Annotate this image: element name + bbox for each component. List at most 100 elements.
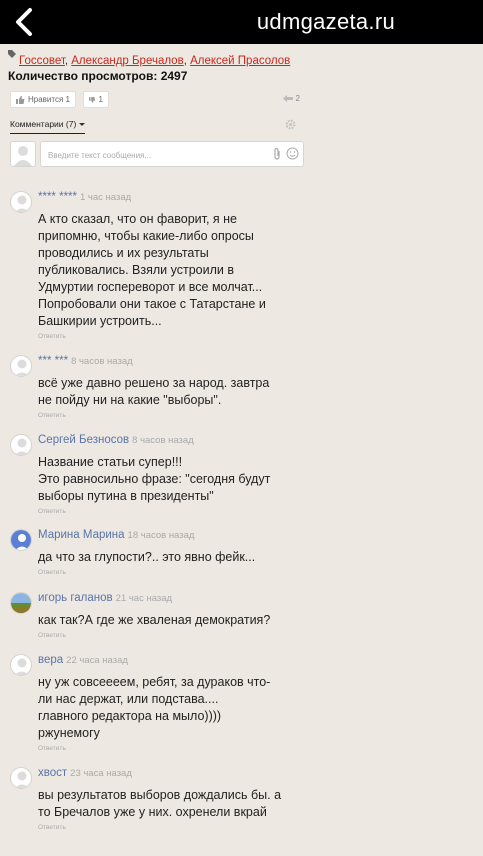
- comment-text: как так?А где же хваленая демократия?: [38, 612, 298, 629]
- comment-time: 22 часа назад: [66, 655, 128, 666]
- author-name[interactable]: Марина Марина: [38, 529, 125, 541]
- caret-down-icon: [78, 123, 85, 126]
- comment-author[interactable]: **** **** 1 час назад: [38, 191, 131, 203]
- user-placeholder-icon: [14, 658, 30, 675]
- tag-icon: [8, 50, 16, 58]
- comment-author[interactable]: Марина Марина 18 часов назад: [38, 529, 194, 541]
- comment-text-line: Попробовали они такое с Татарстане и: [38, 297, 266, 311]
- comment-text: да что за глупости?.. это явно фейк...: [38, 549, 298, 566]
- view-count-label: Количество просмотров:: [8, 69, 158, 83]
- comment-time: 18 часов назад: [127, 530, 195, 541]
- comment-time: 8 часов назад: [71, 356, 133, 367]
- share-count-value: 2: [295, 94, 300, 103]
- user-placeholder-icon: [14, 195, 30, 212]
- share-counter[interactable]: 2: [282, 94, 300, 103]
- avatar: [10, 141, 36, 167]
- comment-time: 21 час назад: [115, 593, 173, 604]
- comment-text-line: публиковались. Взяли устроили в: [38, 263, 234, 277]
- avatar[interactable]: [10, 767, 32, 789]
- user-placeholder-icon: [14, 146, 32, 166]
- avatar[interactable]: [10, 434, 32, 456]
- reply-link[interactable]: Ответить: [38, 508, 66, 515]
- comment-text-line: выборы путина в президенты": [38, 489, 214, 503]
- comment-text-line: вы результатов выборов дождались бы. а: [38, 788, 282, 802]
- comment-text-line: припомню, чтобы какие-либо опросы: [38, 229, 254, 243]
- emoji-icon[interactable]: [286, 147, 299, 160]
- comment-time: 8 часов назад: [132, 435, 194, 446]
- author-name[interactable]: *** ***: [38, 355, 68, 367]
- avatar[interactable]: [10, 529, 32, 551]
- avatar[interactable]: [10, 654, 32, 676]
- thumbs-down-icon: [89, 96, 96, 103]
- reply-link[interactable]: Ответить: [38, 333, 66, 340]
- author-name[interactable]: вера: [38, 654, 63, 666]
- author-name[interactable]: **** ****: [38, 191, 77, 203]
- article-page: Госсовет, Александр Бречалов, Алексей Пр…: [0, 44, 483, 856]
- comments-header: Комментарии (7): [10, 119, 300, 135]
- comment-text: А кто сказал, что он фаворит, я не припом…: [38, 211, 298, 330]
- comment-text-line: не пойду ни на какие "выборы".: [38, 393, 222, 407]
- comment-text: Название статьи супер!!! Это равносильно …: [38, 454, 298, 505]
- comment-text: ну уж совсеееем, ребят, за дураков что-л…: [38, 674, 298, 742]
- author-name[interactable]: Сергей Безносов: [38, 434, 129, 446]
- avatar[interactable]: [10, 191, 32, 213]
- view-count: Количество просмотров: 2497: [8, 69, 187, 83]
- comment-text-line: главного редактора на мыло)))): [38, 709, 222, 723]
- avatar[interactable]: [10, 355, 32, 377]
- bottom-edge: [0, 850, 483, 856]
- comment-author[interactable]: *** *** 8 часов назад: [38, 355, 133, 367]
- comments-tab-label: Комментарии (7): [10, 119, 77, 129]
- top-navigation-bar: udmgazeta.ru: [0, 0, 483, 44]
- tag-link-prasolov[interactable]: Алексей Прасолов: [190, 55, 290, 67]
- view-count-value: 2497: [160, 69, 188, 83]
- comment-text-line: ну уж совсеееем, ребят, за дураков что-: [38, 675, 271, 689]
- comment-text: всё уже давно решено за народ. завтра не …: [38, 375, 298, 409]
- gear-icon[interactable]: [285, 119, 296, 130]
- reply-link[interactable]: Ответить: [38, 412, 66, 419]
- user-placeholder-icon: [14, 359, 30, 376]
- comment-text-line: да что за глупости?.. это явно фейк...: [38, 550, 256, 564]
- comment-author[interactable]: игорь галанов 21 час назад: [38, 592, 172, 604]
- tag-list: Госсовет, Александр Бречалов, Алексей Пр…: [8, 50, 290, 67]
- comment-time: 23 часа назад: [70, 768, 132, 779]
- user-photo-icon: [11, 593, 31, 613]
- reply-link[interactable]: Ответить: [38, 824, 66, 831]
- user-placeholder-icon: [14, 438, 30, 455]
- reply-link[interactable]: Ответить: [38, 745, 66, 752]
- comment-text-line: Башкирии устроить...: [38, 314, 162, 328]
- share-icon: [282, 95, 293, 102]
- reply-link[interactable]: Ответить: [38, 569, 66, 576]
- avatar[interactable]: [10, 592, 32, 614]
- like-button[interactable]: Нравится 1: [10, 91, 76, 108]
- comment-text-line: Это равносильно фразе: "сегодня будут: [38, 472, 271, 486]
- user-placeholder-icon: [14, 771, 30, 788]
- tag-link-brechalov[interactable]: Александр Бречалов: [71, 55, 183, 67]
- site-title: udmgazeta.ru: [256, 9, 395, 34]
- comment-author[interactable]: хвост 23 часа назад: [38, 767, 132, 779]
- comment-text-line: то Бречалов уже у них. охренели вкрай: [38, 805, 267, 819]
- author-name[interactable]: хвост: [38, 767, 67, 779]
- comment-author[interactable]: вера 22 часа назад: [38, 654, 128, 666]
- comment-time: 1 час назад: [80, 192, 132, 203]
- comment-input[interactable]: Введите текст сообщения...: [40, 141, 304, 167]
- reply-link[interactable]: Ответить: [38, 632, 66, 639]
- dislike-count: 1: [98, 95, 103, 104]
- author-name[interactable]: игорь галанов: [38, 592, 113, 604]
- comment-author[interactable]: Сергей Безносов 8 часов назад: [38, 434, 194, 446]
- comment-text-line: Удмуртии госпереворот и все молчат...: [38, 280, 263, 294]
- comment-text-line: ли нас держат, или подстава....: [38, 692, 219, 706]
- comment-text-line: ржунемогу: [38, 726, 100, 740]
- comment-text-line: Название статьи супер!!!: [38, 455, 183, 469]
- reaction-bar: Нравится 1 1 2: [10, 91, 300, 109]
- tag-link-gossovet[interactable]: Госсовет: [19, 55, 65, 67]
- comment-text-line: проводились и их результаты: [38, 246, 209, 260]
- thumbs-up-icon: [16, 95, 25, 104]
- comment-text-line: как так?А где же хваленая демократия?: [38, 613, 271, 627]
- comment-text-line: всё уже давно решено за народ. завтра: [38, 376, 270, 390]
- like-label: Нравится 1: [28, 95, 70, 104]
- comment-text-line: А кто сказал, что он фаворит, я не: [38, 212, 238, 226]
- dislike-button[interactable]: 1: [83, 91, 109, 108]
- attachment-icon[interactable]: [272, 147, 282, 161]
- comments-tab[interactable]: Комментарии (7): [10, 119, 85, 134]
- comment-text: вы результатов выборов дождались бы. а то…: [38, 787, 298, 821]
